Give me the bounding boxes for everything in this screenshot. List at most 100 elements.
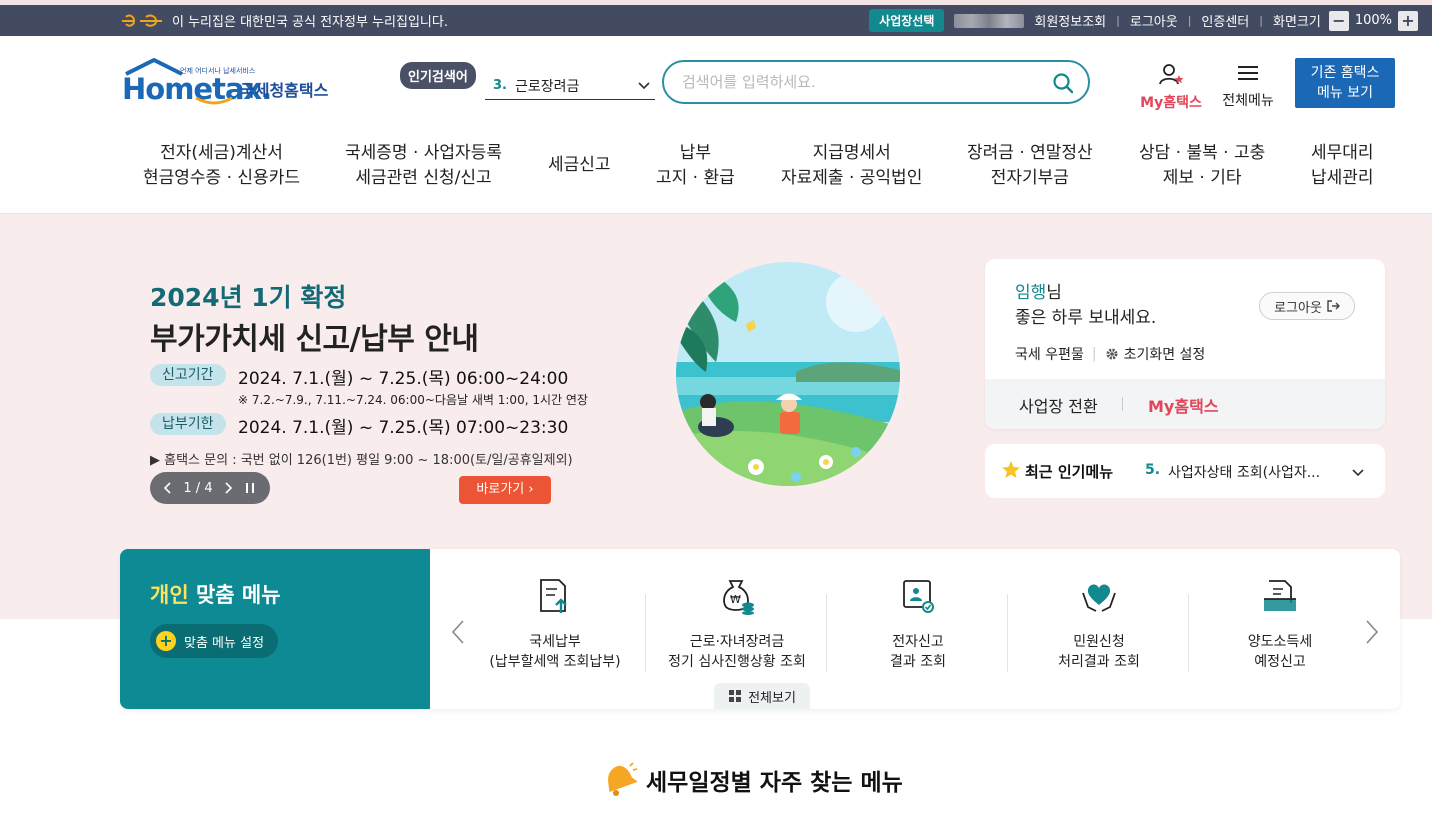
nav-item-consult[interactable]: 상담 · 불복 · 고충 제보 · 기타 [1139,141,1265,191]
report-period-note: ※ 7.2.~7.9., 7.11.~7.24. 06:00~다음날 새벽 1:… [238,393,588,407]
report-period-badge: 신고기간 [150,364,226,386]
popular-rank: 3. [493,78,507,93]
nav-label: 현금영수증 · 신용카드 [143,168,300,188]
logout-button[interactable]: 로그아웃 [1259,292,1355,320]
my-hometax-link[interactable]: My홈택스 [1148,393,1219,417]
smile-icon [195,96,233,105]
member-info-link[interactable]: 회원정보조회 [1034,11,1106,30]
all-menu-label: 전체메뉴 [1222,93,1274,109]
nav-item-tax-report[interactable]: 세금신고 [548,153,611,178]
popular-badge: 인기검색어 [400,62,476,89]
gear-icon [1106,348,1118,360]
title-highlight: 개인 [150,583,189,607]
my-hometax-button[interactable]: My홈택스 [1136,62,1206,112]
hometax-logo[interactable]: 언제 어디서나 납세서비스 Hometax. 국세청홈택스 [122,58,342,113]
menu-item-transfer-tax[interactable]: 양도소득세 예정신고 [1190,577,1370,672]
document-upload-icon [540,579,567,613]
menu-item-label: 예정신고 [1254,654,1306,670]
menu-item-label: 정기 심사진행상황 조회 [668,654,806,670]
switch-business-button[interactable]: 사업장 전환 [1019,393,1098,417]
user-name: 임행 [1015,283,1047,303]
menu-item-label: 근로·자녀장려금 [689,634,785,650]
menu-item-e-filing-result[interactable]: 전자신고 결과 조회 [828,577,1008,672]
divider: | [1259,14,1263,27]
banner-illustration [676,262,900,486]
user-card: 임행님 좋은 하루 보내세요. 로그아웃 국세 우편물 | 초기화면 설정 사업… [985,259,1385,429]
divider: | [1187,14,1192,27]
nav-item-payment[interactable]: 납부 고지 · 환급 [656,141,735,191]
nav-item-incentive[interactable]: 장려금 · 연말정산 전자기부금 [967,141,1093,191]
svg-text:₩: ₩ [730,593,741,606]
egov-logo-icon [120,14,164,28]
bell-icon [608,762,638,796]
chevron-right-icon[interactable] [223,482,233,494]
menu-item-incentive-status[interactable]: ₩ 근로·자녀장려금 정기 심사진행상황 조회 [647,577,827,672]
nav-item-statement[interactable]: 지급명세서 자료제출 · 공익법인 [781,141,922,191]
gov-notice-bar: 이 누리집은 대한민국 공식 전자정부 누리집입니다. 사업장선택 회원정보조회… [0,0,1432,36]
pay-deadline: 2024. 7.1.(월) ~ 7.25.(목) 07:00~23:30 [238,418,569,438]
banner-page-indicator: 1 / 4 [183,480,213,496]
settings-label: 맞춤 메뉴 설정 [184,635,265,651]
menu-item-tax-payment[interactable]: 국세납부 (납부할세액 조회납부) [465,577,645,672]
logout-link[interactable]: 로그아웃 [1130,11,1178,30]
chevron-left-icon[interactable] [450,619,466,645]
folder-document-icon [1264,580,1296,611]
popular-keyword-value: 근로장려금 [514,78,580,95]
nav-label: 세무대리 [1311,143,1374,163]
search-input[interactable] [682,70,1042,94]
zoom-in-button[interactable]: + [1398,10,1418,31]
logout-label: 로그아웃 [1274,300,1322,316]
schedule-title-text: 세무일정별 자주 찾는 메뉴 [646,770,903,796]
nav-label: 제보 · 기타 [1162,168,1242,188]
chevron-down-icon [1352,469,1364,477]
divider: | [1116,14,1120,27]
hamburger-icon [1238,66,1258,80]
nav-label: 세금관련 신청/신고 [355,168,492,188]
personal-menu-panel: 개인 맞춤 메뉴 + 맞춤 메뉴 설정 국세납부 (납부할세액 조회납부) ₩ … [120,549,1400,709]
nav-label: 전자(세금)계산서 [160,143,283,163]
screen-size-label: 화면크기 [1272,15,1321,30]
banner-title: 부가가치세 신고/납부 안내 [150,322,479,357]
menu-item-label: 양도소득세 [1247,634,1313,650]
grid-icon [729,690,742,702]
heart-hands-icon [1082,584,1116,612]
menu-item-label: 전자신고 [892,634,944,650]
cert-center-link[interactable]: 인증센터 [1201,11,1249,30]
monitor-check-icon [903,580,934,613]
nav-label: 자료제출 · 공익법인 [781,168,923,188]
plus-icon: + [156,631,176,651]
menu-item-civil-result[interactable]: 민원신청 처리결과 조회 [1009,577,1189,672]
home-settings-link[interactable]: 초기화면 설정 [1124,344,1206,364]
nav-label: 고지 · 환급 [656,168,735,188]
all-menu-button[interactable]: 전체메뉴 [1216,62,1280,110]
business-select-button[interactable]: 사업장선택 [869,9,945,32]
nav-item-agent[interactable]: 세무대리 납세관리 [1311,141,1374,191]
popular-keyword-select[interactable]: 3. 근로장려금 [485,72,655,100]
inquiry-info: ▶ 홈택스 문의 : 국번 없이 126(1번) 평일 9:00 ~ 18:00… [150,453,573,468]
go-button[interactable]: 바로가기 › [459,476,551,504]
search-icon[interactable] [1052,72,1074,94]
nav-item-invoice[interactable]: 전자(세금)계산서 현금영수증 · 신용카드 [143,141,300,191]
recent-menu-rank: 5. [1145,462,1161,478]
old-hometax-menu-button[interactable]: 기존 홈택스 메뉴 보기 [1295,58,1395,108]
old-menu-line2: 메뉴 보기 [1317,85,1373,101]
zoom-level: 100% [1354,13,1392,28]
nav-label: 전자기부금 [990,168,1069,188]
nav-label: 국세증명 · 사업자등록 [345,143,502,163]
nav-item-certificate[interactable]: 국세증명 · 사업자등록 세금관련 신청/신고 [345,141,502,191]
user-greeting: 임행님 좋은 하루 보내세요. [1015,281,1156,331]
chevron-down-icon [638,82,650,90]
tax-mailbox-link[interactable]: 국세 우편물 [1015,344,1084,364]
nav-label: 납부 [679,143,712,163]
personal-menu-title: 개인 맞춤 메뉴 [150,579,281,609]
chevron-left-icon[interactable] [163,482,173,494]
personal-menu-settings-button[interactable]: + 맞춤 메뉴 설정 [150,624,279,658]
user-honorific: 님 [1046,283,1062,303]
nav-label: 납세관리 [1311,168,1374,188]
view-all-button[interactable]: 전체보기 [714,683,810,709]
pause-icon[interactable] [243,481,257,495]
recent-popular-menu[interactable]: 최근 인기메뉴 5. 사업자상태 조회(사업자... [985,444,1385,498]
greeting-text: 좋은 하루 보내세요. [1015,308,1157,328]
zoom-out-button[interactable]: − [1328,10,1349,31]
menu-item-label: 민원신청 [1073,634,1125,650]
